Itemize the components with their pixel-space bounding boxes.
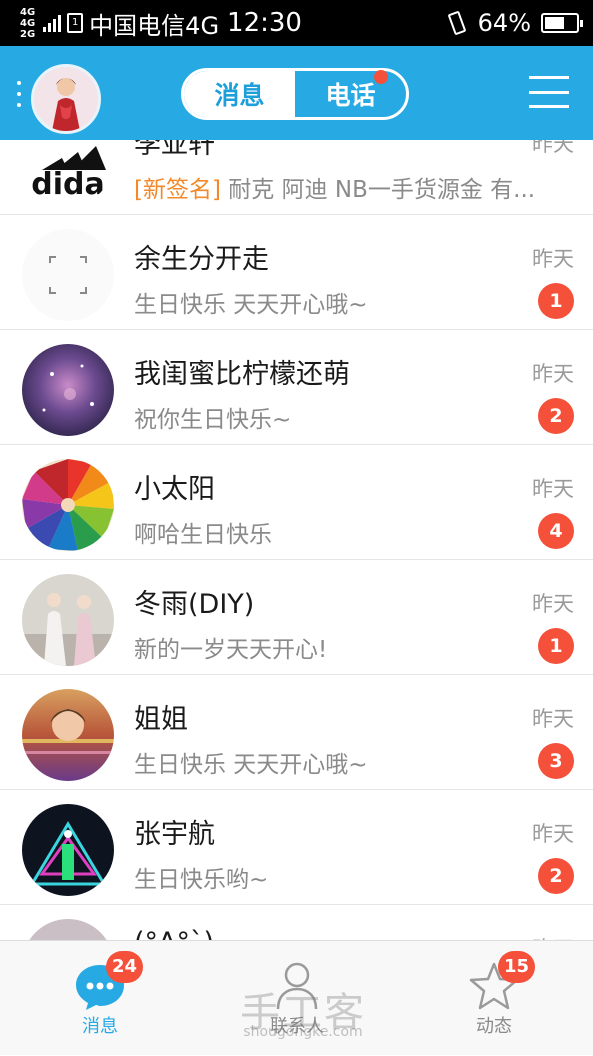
contact-avatar bbox=[22, 919, 114, 940]
contact-name: 冬雨(DIY) bbox=[134, 589, 255, 620]
conversation-row[interactable]: (°A°`) 昨天 bbox=[0, 905, 593, 940]
vibrate-icon bbox=[446, 10, 468, 36]
message-preview: 生日快乐 天天开心哦~ bbox=[134, 292, 368, 318]
net-type-bottom: 2G bbox=[20, 28, 36, 40]
signal-icon bbox=[43, 14, 62, 32]
message-preview: 啊哈生日快乐 bbox=[134, 522, 272, 548]
hamburger-menu-icon[interactable] bbox=[529, 76, 569, 108]
message-time: 昨天 bbox=[532, 822, 574, 846]
message-time: 昨天 bbox=[532, 247, 574, 271]
more-dots-icon bbox=[17, 81, 21, 107]
contact-name: 李亚轩 bbox=[134, 140, 215, 160]
status-bar: 4G 4G 2G 1 中国电信4G 12:30 64% bbox=[0, 0, 593, 46]
nav-tab-feed[interactable]: 15 动态 bbox=[424, 941, 564, 1056]
messages-unread-badge: 24 bbox=[106, 951, 144, 983]
conversation-row[interactable]: 冬雨(DIY) 新的一岁天天开心! 昨天 1 bbox=[0, 560, 593, 675]
nav-label: 动态 bbox=[476, 1016, 512, 1037]
tab-messages[interactable]: 消息 bbox=[184, 71, 295, 117]
nav-tab-messages[interactable]: 24 消息 bbox=[30, 941, 170, 1056]
message-preview: 新的一岁天天开心! bbox=[134, 637, 328, 663]
preview-text: 耐克 阿迪 NB一手货源金 有... bbox=[228, 177, 536, 203]
svg-text:dida: dida bbox=[31, 167, 104, 202]
message-preview: [新签名] 耐克 阿迪 NB一手货源金 有... bbox=[134, 170, 535, 204]
unread-badge: 1 bbox=[538, 283, 574, 319]
clock: 12:30 bbox=[227, 8, 302, 38]
contact-avatar bbox=[22, 229, 114, 321]
conversation-list: dida 李亚轩 [新签名] 耐克 阿迪 NB一手货源金 有... 昨天 余生分… bbox=[0, 140, 593, 940]
net-type-top: 4G bbox=[20, 6, 36, 18]
watermark-url: shougongke.com bbox=[243, 1024, 363, 1040]
conversation-row[interactable]: 余生分开走 生日快乐 天天开心哦~ 昨天 1 bbox=[0, 215, 593, 330]
feed-unread-badge: 15 bbox=[498, 951, 536, 983]
contact-name: 姐姐 bbox=[134, 704, 188, 735]
conversation-row[interactable]: 小太阳 啊哈生日快乐 昨天 4 bbox=[0, 445, 593, 560]
nav-label: 消息 bbox=[82, 1016, 118, 1037]
carrier-name: 中国电信4G bbox=[89, 11, 220, 40]
battery-icon bbox=[541, 13, 583, 33]
unread-badge: 1 bbox=[538, 628, 574, 664]
contact-name: 我闺蜜比柠檬还萌 bbox=[134, 359, 350, 390]
unread-badge: 3 bbox=[538, 743, 574, 779]
contact-avatar bbox=[22, 804, 114, 896]
conversation-row[interactable]: 姐姐 生日快乐 天天开心哦~ 昨天 3 bbox=[0, 675, 593, 790]
profile-avatar[interactable] bbox=[31, 64, 101, 134]
net-type-mid: 4G bbox=[20, 17, 36, 29]
message-time: 昨天 bbox=[532, 140, 574, 156]
unread-badge: 2 bbox=[538, 398, 574, 434]
unread-badge: 2 bbox=[538, 858, 574, 894]
conversation-row[interactable]: 张宇航 生日快乐哟~ 昨天 2 bbox=[0, 790, 593, 905]
message-time: 昨天 bbox=[532, 592, 574, 616]
message-preview: 祝你生日快乐~ bbox=[134, 407, 292, 433]
unread-badge: 4 bbox=[538, 513, 574, 549]
contact-name: 小太阳 bbox=[134, 474, 215, 505]
contact-avatar bbox=[22, 689, 114, 781]
message-time: 昨天 bbox=[532, 477, 574, 501]
message-time: 昨天 bbox=[532, 707, 574, 731]
contact-name: (°A°`) bbox=[134, 927, 214, 940]
network-type: 4G 4G 2G bbox=[20, 7, 35, 40]
contact-name: 张宇航 bbox=[134, 819, 215, 850]
message-preview: 生日快乐哟~ bbox=[134, 867, 269, 893]
contact-avatar bbox=[22, 459, 114, 551]
message-time: 昨天 bbox=[532, 362, 574, 386]
contact-name: 余生分开走 bbox=[134, 244, 269, 275]
contact-avatar bbox=[22, 574, 114, 666]
sim-icon: 1 bbox=[67, 13, 84, 33]
contact-avatar bbox=[22, 344, 114, 436]
signature-tag: [新签名] bbox=[134, 177, 221, 203]
conversation-row[interactable]: 我闺蜜比柠檬还萌 祝你生日快乐~ 昨天 2 bbox=[0, 330, 593, 445]
tab-calls[interactable]: 电话 bbox=[295, 71, 406, 117]
message-time: 昨天 bbox=[532, 933, 574, 940]
battery-percent: 64% bbox=[477, 9, 531, 37]
message-preview: 生日快乐 天天开心哦~ bbox=[134, 752, 368, 778]
conversation-row[interactable]: dida 李亚轩 [新签名] 耐克 阿迪 NB一手货源金 有... 昨天 bbox=[0, 140, 593, 215]
calls-unread-dot bbox=[374, 70, 388, 84]
app-header: 消息 电话 bbox=[0, 46, 593, 140]
contact-avatar: dida bbox=[22, 140, 114, 206]
